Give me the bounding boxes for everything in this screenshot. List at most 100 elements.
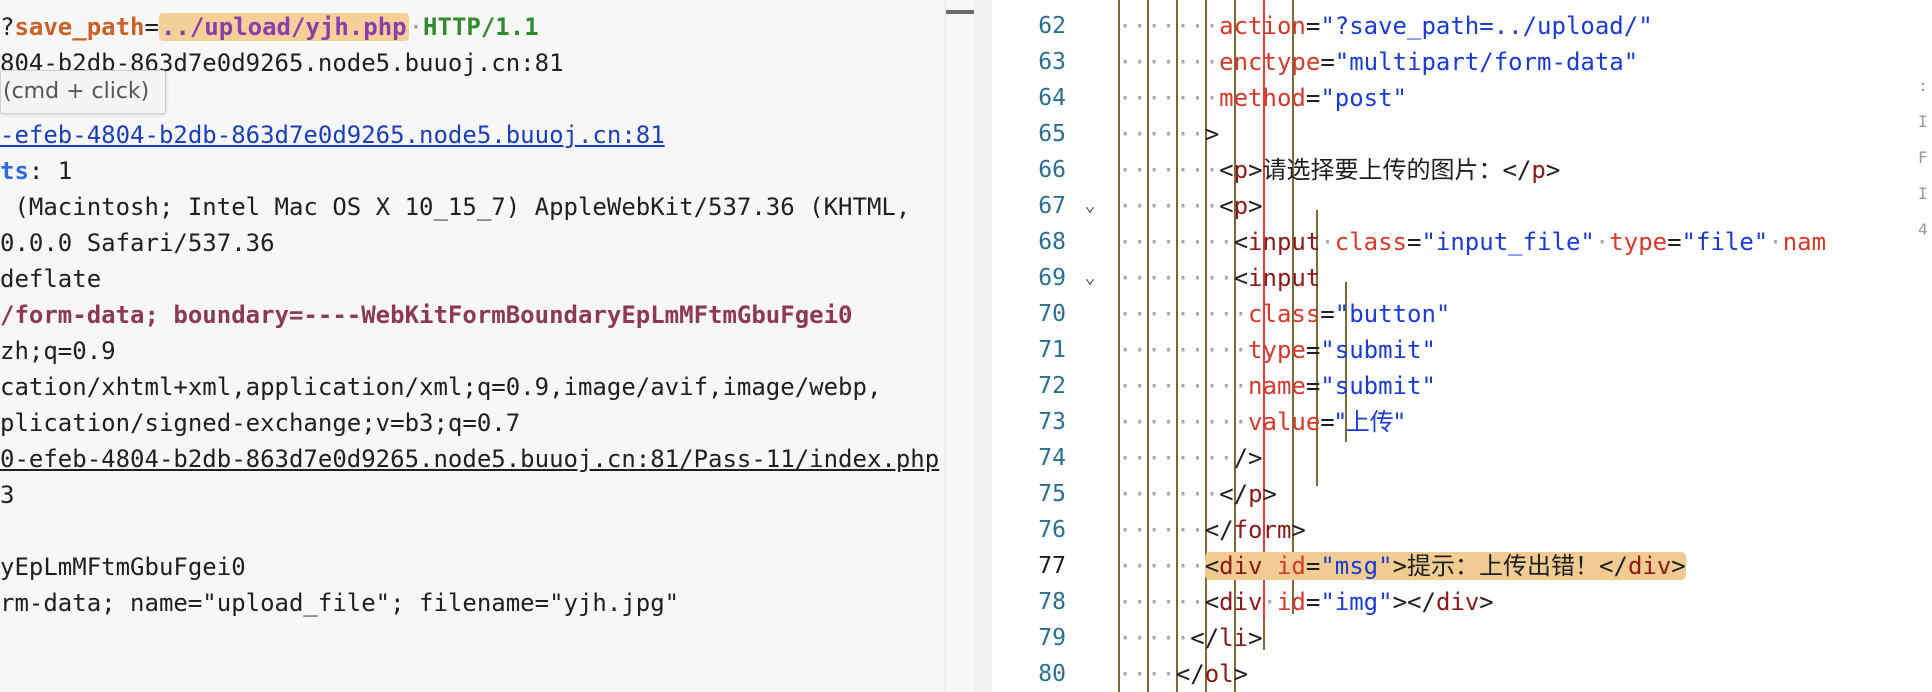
text-content: 提示：上传出错！ — [1407, 552, 1600, 580]
bracket: < — [1219, 192, 1234, 220]
code-line-66[interactable]: ·······<p>请选择要上传的图片：</p> — [1118, 152, 1560, 188]
code-line-79[interactable]: ·····</li> — [1118, 620, 1263, 656]
header-line: ts: 1 — [0, 154, 72, 188]
whitespace: ······ — [1118, 516, 1205, 544]
bracket: < — [1204, 552, 1220, 580]
equals: = — [1305, 12, 1321, 40]
bracket: > — [1671, 552, 1686, 580]
code-line-63[interactable]: ·······enctype="multipart/form-data" — [1118, 44, 1638, 80]
whitespace: ···· — [1118, 660, 1176, 688]
code-line-64[interactable]: ·······method="post" — [1118, 80, 1407, 116]
referer-link[interactable]: 0-efeb-4804-b2db-863d7e0d9265.node5.buuo… — [0, 442, 939, 476]
whitespace: · — [1768, 228, 1783, 256]
pane-divider[interactable] — [974, 0, 992, 692]
equals: = — [1320, 408, 1335, 436]
code-line-76[interactable]: ······</form> — [1118, 512, 1306, 548]
equals: = — [1305, 84, 1321, 112]
code-line-70[interactable]: ·········class="button" — [1118, 296, 1450, 332]
bracket: < — [1219, 156, 1234, 184]
query-param-name[interactable]: save_path — [14, 13, 144, 41]
line-number: 76 — [1038, 517, 1066, 543]
edge-glyph: I — [1918, 112, 1928, 131]
whitespace: ········· — [1118, 372, 1249, 400]
attr-name: enctype — [1219, 48, 1321, 76]
bracket: < — [1204, 588, 1220, 616]
line-number: 71 — [1038, 337, 1066, 363]
whitespace: ········· — [1118, 300, 1249, 328]
content-type-line: /form-data; boundary=----WebKitFormBound… — [0, 301, 853, 329]
line-number: 68 — [1038, 229, 1066, 255]
attr-name: type — [1248, 336, 1306, 364]
whitespace: ········ — [1118, 264, 1234, 292]
bracket: > — [1545, 156, 1561, 184]
tag-name: ol — [1204, 660, 1234, 688]
fold-chevron-icon[interactable]: ⌄ — [1078, 260, 1102, 296]
tag-name: li — [1219, 624, 1249, 652]
code-line-80[interactable]: ····</ol> — [1118, 656, 1248, 692]
bracket: > — [1479, 588, 1494, 616]
code-line-75[interactable]: ·······</p> — [1118, 476, 1277, 512]
code-line-72[interactable]: ·········name="submit" — [1118, 368, 1436, 404]
scroll-thumb[interactable] — [946, 10, 974, 14]
whitespace: ······· — [1118, 48, 1220, 76]
attr-value: "button" — [1334, 300, 1451, 328]
tag-name: div — [1435, 588, 1480, 616]
bracket: ></ — [1392, 588, 1436, 616]
attr-value: "input_file" — [1421, 228, 1595, 256]
code-editor[interactable]: 62 63 64 65 66 67 68 69 70 71 72 73 74 7… — [992, 0, 1932, 692]
code-line-77[interactable]: ······<div id="msg">提示：上传出错！</div> — [1118, 548, 1686, 584]
header-value: : 1 — [28, 157, 73, 185]
attr-name: action — [1219, 12, 1306, 40]
whitespace: ······ — [1118, 588, 1205, 616]
code-line-68[interactable]: ········<input·class="input_file"·type="… — [1118, 224, 1826, 260]
code-line-62[interactable]: ·······action="?save_path=../upload/" — [1118, 8, 1653, 44]
bracket: > — [1248, 156, 1263, 184]
code-line-73[interactable]: ·········value="上传" — [1118, 404, 1405, 440]
attr-name: class — [1334, 228, 1407, 256]
line-number: 69 — [1038, 265, 1066, 291]
edge-glyph: F — [1918, 148, 1928, 167]
edge-glyph: I — [1918, 184, 1928, 203]
attr-name: id — [1276, 552, 1306, 580]
attr-name: class — [1248, 300, 1321, 328]
whitespace: ······ — [1118, 120, 1205, 148]
origin-link[interactable]: -efeb-4804-b2db-863d7e0d9265.node5.buuoj… — [0, 118, 665, 152]
tag-name: div — [1219, 588, 1263, 616]
code-line-71[interactable]: ·········type="submit" — [1118, 332, 1436, 368]
origin-url[interactable]: -efeb-4804-b2db-863d7e0d9265.node5.buuoj… — [0, 121, 665, 149]
code-line-69[interactable]: ········<input — [1118, 260, 1320, 296]
equals: = — [1320, 300, 1335, 328]
whitespace: ······· — [1118, 480, 1220, 508]
bracket: </ — [1502, 156, 1532, 184]
request-pane[interactable]: ?save_path=../upload/yjh.php·HTTP/1.1 80… — [0, 0, 945, 692]
query-param-value[interactable]: ../upload/yjh.php — [158, 13, 409, 41]
line-number: 65 — [1038, 121, 1066, 147]
line-number: 70 — [1038, 301, 1066, 327]
content-length-line: 3 — [0, 481, 15, 509]
edge-glyph: : — [1918, 76, 1928, 95]
tag-name: p — [1531, 156, 1546, 184]
bracket: < — [1233, 228, 1249, 256]
self-close: /> — [1233, 444, 1263, 472]
request-scrollbar[interactable] — [945, 0, 974, 692]
bracket: < — [1233, 264, 1249, 292]
bracket: > — [1233, 660, 1249, 688]
attr-value: "submit" — [1320, 372, 1436, 400]
line-number: 64 — [1038, 85, 1066, 111]
whitespace: ····· — [1118, 624, 1191, 652]
edge-overflow: : I F I 4 — [1918, 40, 1932, 256]
fold-chevron-icon[interactable]: ⌄ — [1078, 188, 1102, 224]
code-line-65[interactable]: ······> — [1118, 116, 1219, 152]
highlighted-element[interactable]: <div id="msg">提示：上传出错！</div> — [1204, 552, 1686, 580]
boundary-line: yEpLmMFtmGbuFgei0 — [0, 553, 246, 581]
attr-name: name — [1248, 372, 1306, 400]
attr-name: value — [1248, 408, 1321, 436]
code-line-74[interactable]: ········/> — [1118, 440, 1263, 476]
whitespace: ······· — [1118, 156, 1220, 184]
space-dot: · — [408, 13, 424, 41]
code-line-78[interactable]: ······<div·id="img"></div> — [1118, 584, 1494, 620]
whitespace: ········· — [1118, 336, 1249, 364]
line-number-active: 77 — [1038, 553, 1066, 579]
tag-name: p — [1248, 480, 1263, 508]
code-line-67[interactable]: ·······<p> — [1118, 188, 1263, 224]
